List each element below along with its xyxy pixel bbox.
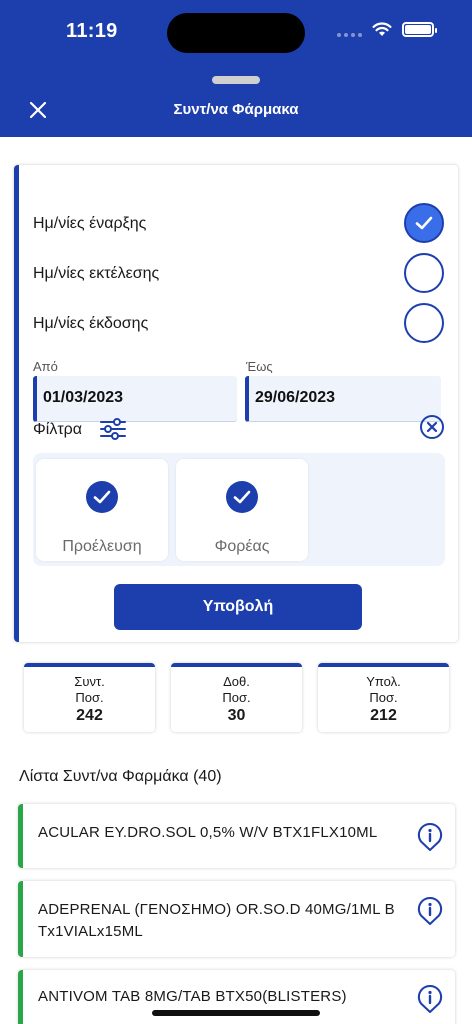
stat-prescribed: Συντ. Ποσ. 242 [24,663,155,732]
medicine-name: ANTIVOM TAB 8MG/TAB BTX50(BLISTERS) [38,988,347,1005]
stat-value: 30 [227,707,246,724]
filter-chip-label: Προέλευση [62,538,142,555]
dynamic-island [167,13,305,53]
medicine-name: ACULAR EY.DRO.SOL 0,5% W/V BTX1FLX10ML [38,824,378,841]
sliders-icon[interactable] [100,418,126,440]
page-title: Συντ/να Φάρμακα [173,101,299,118]
stat-label: Ποσ. [75,690,104,705]
date-option-issue-radio[interactable] [404,303,444,343]
stat-label: Υπολ. [366,674,401,689]
list-item[interactable]: ADEPRENAL (ΓΕΝΟΣΗΜΟ) OR.SO.D 40MG/1ML BT… [18,881,455,957]
filter-card: Ημ/νίες έναρξης Ημ/νίες εκτέλεσης Ημ/νίε… [14,165,458,642]
clear-filters-icon[interactable] [419,414,445,440]
list-title: Λίστα Συντ/να Φαρμάκα (40) [19,768,222,785]
sheet-grabber[interactable] [212,76,260,84]
home-indicator[interactable] [152,1010,320,1016]
app-header: 11:19 Συντ/να Φάρμακα [0,0,472,137]
check-circle-icon [86,481,118,513]
stat-value: 242 [76,707,103,724]
date-option-label-issue: Ημ/νίες έκδοσης [33,315,149,332]
medicine-name: ADEPRENAL (ΓΕΝΟΣΗΜΟ) OR.SO.D 40MG/1ML BT… [38,901,395,940]
check-circle-icon [226,481,258,513]
filter-chip-carrier[interactable]: Φορέας [176,459,308,561]
date-option-label-start: Ημ/νίες έναρξης [33,215,147,232]
date-option-start-radio[interactable] [404,203,444,243]
battery-icon [402,22,437,37]
stat-dispensed: Δοθ. Ποσ. 30 [171,663,302,732]
submit-button[interactable]: Υποβολή [114,584,362,630]
wifi-icon [372,22,392,36]
stat-label: Δοθ. [223,674,250,689]
to-date-input[interactable]: 29/06/2023 [245,376,441,422]
from-date-label: Από [33,359,58,374]
stat-label: Ποσ. [222,690,251,705]
signal-icon [337,23,362,37]
info-icon[interactable] [417,822,443,852]
to-date-label: Έως [246,359,273,374]
filter-chip-origin[interactable]: Προέλευση [36,459,168,561]
from-date-input[interactable]: 01/03/2023 [33,376,237,422]
stat-label: Συντ. [74,674,105,689]
filter-chip-label: Φορέας [214,538,270,555]
stat-label: Ποσ. [369,690,398,705]
filters-label: Φίλτρα [33,421,82,438]
status-time: 11:19 [66,20,118,42]
content-area: Ημ/νίες έναρξης Ημ/νίες εκτέλεσης Ημ/νίε… [0,137,472,1024]
stat-remaining: Υπολ. Ποσ. 212 [318,663,449,732]
stat-value: 212 [370,707,397,724]
info-icon[interactable] [417,984,443,1014]
filter-chips-area: Προέλευση Φορέας [33,453,445,566]
list-item[interactable]: ACULAR EY.DRO.SOL 0,5% W/V BTX1FLX10ML [18,804,455,868]
status-icons [337,22,437,37]
date-option-execution-radio[interactable] [404,253,444,293]
info-icon[interactable] [417,896,443,926]
date-option-label-execution: Ημ/νίες εκτέλεσης [33,265,160,282]
checkmark-icon [415,216,433,230]
